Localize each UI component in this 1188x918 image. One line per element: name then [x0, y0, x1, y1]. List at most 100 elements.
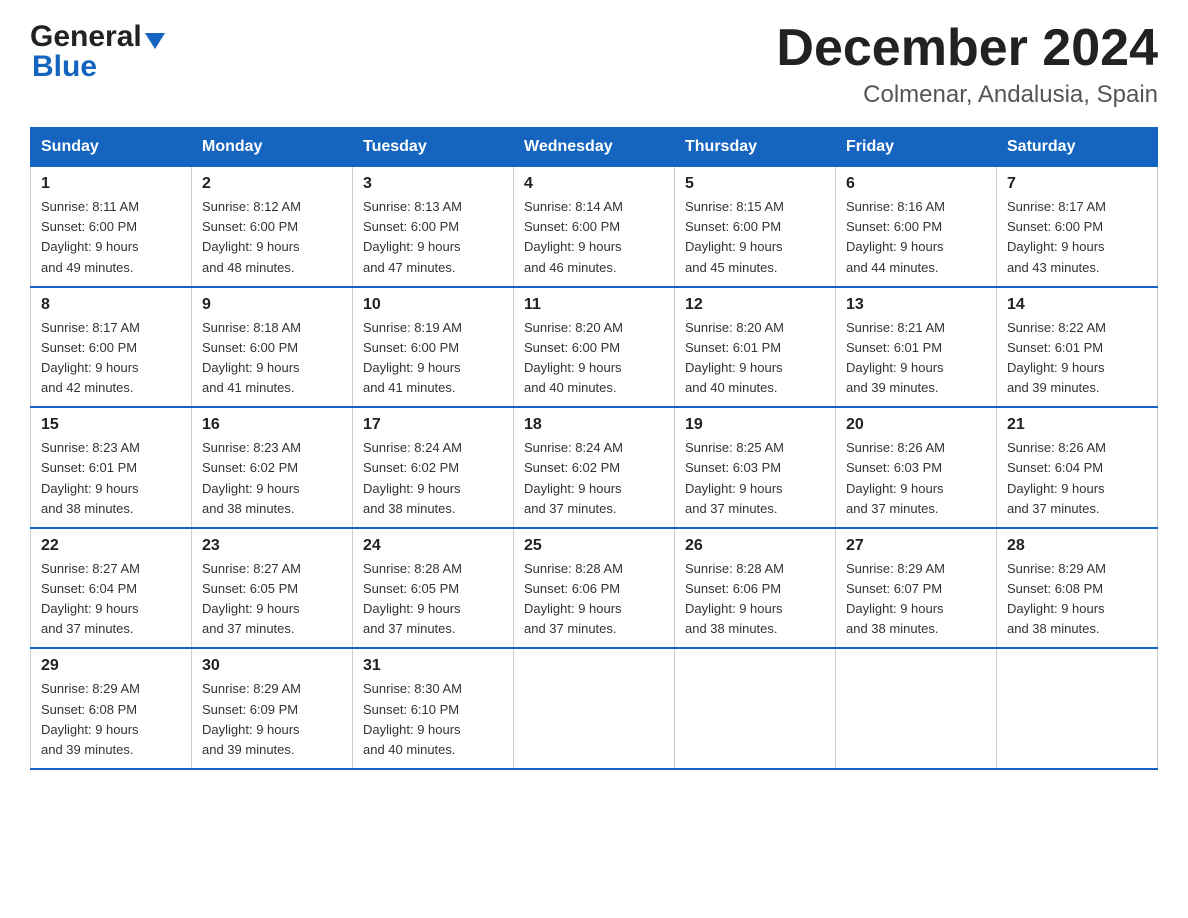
- day-number: 4: [524, 175, 664, 193]
- day-number: 22: [41, 537, 181, 555]
- logo-general-text: General: [30, 20, 142, 54]
- day-info: Sunrise: 8:17 AMSunset: 6:00 PMDaylight:…: [41, 318, 181, 399]
- day-info: Sunrise: 8:27 AMSunset: 6:05 PMDaylight:…: [202, 559, 342, 640]
- day-number: 18: [524, 416, 664, 434]
- day-info: Sunrise: 8:24 AMSunset: 6:02 PMDaylight:…: [363, 438, 503, 519]
- table-row: 25Sunrise: 8:28 AMSunset: 6:06 PMDayligh…: [514, 528, 675, 649]
- day-number: 9: [202, 296, 342, 314]
- calendar-header-row: Sunday Monday Tuesday Wednesday Thursday…: [31, 128, 1158, 167]
- day-number: 2: [202, 175, 342, 193]
- table-row: 14Sunrise: 8:22 AMSunset: 6:01 PMDayligh…: [997, 287, 1158, 408]
- day-info: Sunrise: 8:23 AMSunset: 6:02 PMDaylight:…: [202, 438, 342, 519]
- day-number: 10: [363, 296, 503, 314]
- page-subtitle: Colmenar, Andalusia, Spain: [776, 81, 1158, 109]
- table-row: [514, 648, 675, 769]
- table-row: 23Sunrise: 8:27 AMSunset: 6:05 PMDayligh…: [192, 528, 353, 649]
- table-row: 6Sunrise: 8:16 AMSunset: 6:00 PMDaylight…: [836, 167, 997, 287]
- day-number: 24: [363, 537, 503, 555]
- table-row: 16 Sunrise: 8:23 AMSunset: 6:02 PMDayligh…: [192, 407, 353, 528]
- day-number: 15: [41, 416, 181, 434]
- day-number: 27: [846, 537, 986, 555]
- table-row: [997, 648, 1158, 769]
- day-number: 7: [1007, 175, 1147, 193]
- day-number: 19: [685, 416, 825, 434]
- table-row: 24 Sunrise: 8:28 AMSunset: 6:05 PMDayligh…: [353, 528, 514, 649]
- table-row: 13 Sunrise: 8:21 AMSunset: 6:01 PMDayligh…: [836, 287, 997, 408]
- table-row: 7Sunrise: 8:17 AMSunset: 6:00 PMDaylight…: [997, 167, 1158, 287]
- day-info: Sunrise: 8:22 AMSunset: 6:01 PMDaylight:…: [1007, 318, 1147, 399]
- calendar-week-1: 1Sunrise: 8:11 AMSunset: 6:00 PMDaylight…: [31, 167, 1158, 287]
- day-info: Sunrise: 8:26 AMSunset: 6:04 PMDaylight:…: [1007, 438, 1147, 519]
- day-info: Sunrise: 8:26 AMSunset: 6:03 PMDaylight:…: [846, 438, 986, 519]
- day-number: 26: [685, 537, 825, 555]
- day-number: 16: [202, 416, 342, 434]
- day-info: Sunrise: 8:19 AMSunset: 6:00 PMDaylight:…: [363, 318, 503, 399]
- day-info: Sunrise: 8:25 AMSunset: 6:03 PMDaylight:…: [685, 438, 825, 519]
- day-info: Sunrise: 8:28 AMSunset: 6:06 PMDaylight:…: [524, 559, 664, 640]
- day-info: Sunrise: 8:28 AMSunset: 6:05 PMDaylight:…: [363, 559, 503, 640]
- day-number: 12: [685, 296, 825, 314]
- table-row: 29 Sunrise: 8:29 AMSunset: 6:08 PMDayligh…: [31, 648, 192, 769]
- day-number: 17: [363, 416, 503, 434]
- table-row: [836, 648, 997, 769]
- title-block: December 2024 Colmenar, Andalusia, Spain: [776, 20, 1158, 109]
- table-row: 30Sunrise: 8:29 AMSunset: 6:09 PMDayligh…: [192, 648, 353, 769]
- day-number: 6: [846, 175, 986, 193]
- day-info: Sunrise: 8:24 AMSunset: 6:02 PMDaylight:…: [524, 438, 664, 519]
- logo: General Blue: [30, 20, 165, 84]
- table-row: 18 Sunrise: 8:24 AMSunset: 6:02 PMDayligh…: [514, 407, 675, 528]
- day-info: Sunrise: 8:29 AMSunset: 6:07 PMDaylight:…: [846, 559, 986, 640]
- table-row: 3Sunrise: 8:13 AMSunset: 6:00 PMDaylight…: [353, 167, 514, 287]
- header-monday: Monday: [192, 128, 353, 167]
- day-info: Sunrise: 8:29 AMSunset: 6:08 PMDaylight:…: [1007, 559, 1147, 640]
- day-number: 21: [1007, 416, 1147, 434]
- page-header: General Blue December 2024 Colmenar, And…: [30, 20, 1158, 109]
- calendar-table: Sunday Monday Tuesday Wednesday Thursday…: [30, 127, 1158, 770]
- table-row: 28 Sunrise: 8:29 AMSunset: 6:08 PMDayligh…: [997, 528, 1158, 649]
- day-number: 8: [41, 296, 181, 314]
- day-number: 5: [685, 175, 825, 193]
- day-info: Sunrise: 8:21 AMSunset: 6:01 PMDaylight:…: [846, 318, 986, 399]
- day-info: Sunrise: 8:29 AMSunset: 6:08 PMDaylight:…: [41, 679, 181, 760]
- calendar-week-2: 8 Sunrise: 8:17 AMSunset: 6:00 PMDaylight…: [31, 287, 1158, 408]
- table-row: 19 Sunrise: 8:25 AMSunset: 6:03 PMDayligh…: [675, 407, 836, 528]
- day-info: Sunrise: 8:20 AMSunset: 6:00 PMDaylight:…: [524, 318, 664, 399]
- header-wednesday: Wednesday: [514, 128, 675, 167]
- day-number: 29: [41, 657, 181, 675]
- day-info: Sunrise: 8:30 AMSunset: 6:10 PMDaylight:…: [363, 679, 503, 760]
- day-number: 20: [846, 416, 986, 434]
- day-number: 13: [846, 296, 986, 314]
- calendar-week-3: 15Sunrise: 8:23 AMSunset: 6:01 PMDayligh…: [31, 407, 1158, 528]
- day-number: 28: [1007, 537, 1147, 555]
- day-info: Sunrise: 8:27 AMSunset: 6:04 PMDaylight:…: [41, 559, 181, 640]
- calendar-week-4: 22 Sunrise: 8:27 AMSunset: 6:04 PMDayligh…: [31, 528, 1158, 649]
- header-tuesday: Tuesday: [353, 128, 514, 167]
- day-info: Sunrise: 8:15 AMSunset: 6:00 PMDaylight:…: [685, 197, 825, 278]
- header-thursday: Thursday: [675, 128, 836, 167]
- header-friday: Friday: [836, 128, 997, 167]
- page-title: December 2024: [776, 20, 1158, 77]
- table-row: [675, 648, 836, 769]
- header-saturday: Saturday: [997, 128, 1158, 167]
- day-number: 11: [524, 296, 664, 314]
- header-sunday: Sunday: [31, 128, 192, 167]
- day-info: Sunrise: 8:13 AMSunset: 6:00 PMDaylight:…: [363, 197, 503, 278]
- table-row: 15Sunrise: 8:23 AMSunset: 6:01 PMDayligh…: [31, 407, 192, 528]
- table-row: 27 Sunrise: 8:29 AMSunset: 6:07 PMDayligh…: [836, 528, 997, 649]
- table-row: 1Sunrise: 8:11 AMSunset: 6:00 PMDaylight…: [31, 167, 192, 287]
- table-row: 5 Sunrise: 8:15 AMSunset: 6:00 PMDaylight…: [675, 167, 836, 287]
- table-row: 2 Sunrise: 8:12 AMSunset: 6:00 PMDaylight…: [192, 167, 353, 287]
- day-info: Sunrise: 8:20 AMSunset: 6:01 PMDaylight:…: [685, 318, 825, 399]
- day-info: Sunrise: 8:18 AMSunset: 6:00 PMDaylight:…: [202, 318, 342, 399]
- calendar-week-5: 29 Sunrise: 8:29 AMSunset: 6:08 PMDayligh…: [31, 648, 1158, 769]
- table-row: 22 Sunrise: 8:27 AMSunset: 6:04 PMDayligh…: [31, 528, 192, 649]
- day-number: 31: [363, 657, 503, 675]
- day-info: Sunrise: 8:14 AMSunset: 6:00 PMDaylight:…: [524, 197, 664, 278]
- day-number: 30: [202, 657, 342, 675]
- table-row: 21 Sunrise: 8:26 AMSunset: 6:04 PMDayligh…: [997, 407, 1158, 528]
- day-info: Sunrise: 8:12 AMSunset: 6:00 PMDaylight:…: [202, 197, 342, 278]
- logo-blue-text: Blue: [32, 50, 97, 84]
- table-row: 8 Sunrise: 8:17 AMSunset: 6:00 PMDaylight…: [31, 287, 192, 408]
- table-row: 10 Sunrise: 8:19 AMSunset: 6:00 PMDayligh…: [353, 287, 514, 408]
- day-info: Sunrise: 8:28 AMSunset: 6:06 PMDaylight:…: [685, 559, 825, 640]
